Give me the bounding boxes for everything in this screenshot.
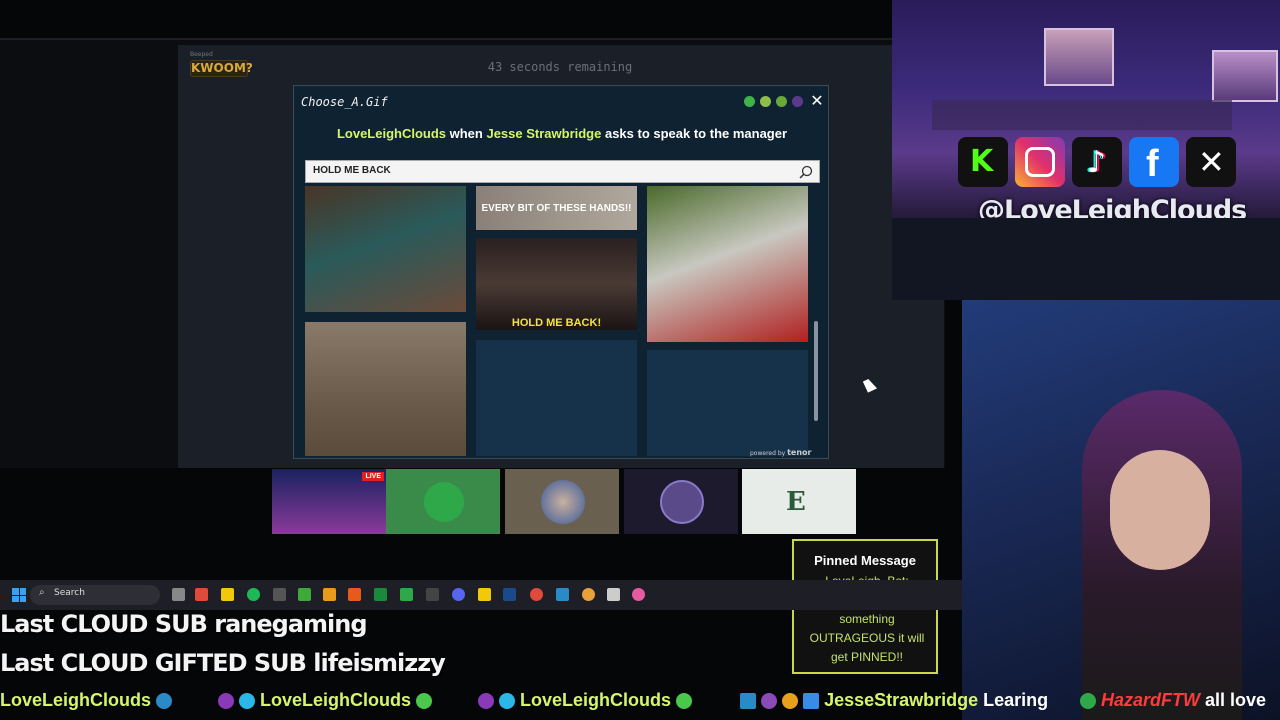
sticky-notes-icon[interactable] xyxy=(221,588,234,601)
gif-search-input[interactable]: HOLD ME BACK xyxy=(305,160,820,183)
x-icon: ✕ xyxy=(1186,137,1236,187)
badge-icon xyxy=(740,693,756,710)
gif-placeholder xyxy=(647,350,808,456)
emote-icon xyxy=(416,693,433,710)
stream-thumbnail[interactable]: LIVE xyxy=(272,469,386,534)
spotify-icon[interactable] xyxy=(247,588,260,601)
rooftop xyxy=(932,100,1232,130)
windows-start-icon[interactable] xyxy=(12,588,26,602)
scrollbar[interactable] xyxy=(814,321,818,421)
mic-icon xyxy=(218,693,234,710)
gem-icon xyxy=(239,693,256,710)
game-logo: KWOOM? xyxy=(190,60,253,77)
search-value: HOLD ME BACK xyxy=(313,165,391,176)
app-icon[interactable] xyxy=(400,588,413,601)
letter-logo-icon: E xyxy=(786,487,806,517)
mic-icon xyxy=(478,693,494,710)
gif-result[interactable] xyxy=(305,186,466,312)
last-sub-label: Last CLOUD SUB ranegaming xyxy=(0,610,368,638)
chrome-icon[interactable] xyxy=(530,588,543,601)
discord-icon[interactable] xyxy=(452,588,465,601)
check-icon xyxy=(1080,693,1096,710)
gif-result[interactable] xyxy=(305,322,466,456)
taskbar-search[interactable]: ⌕ Search xyxy=(30,585,160,605)
avatar xyxy=(541,480,585,524)
search-icon[interactable] xyxy=(799,165,813,179)
status-dot-icon xyxy=(776,96,787,107)
app-icon[interactable] xyxy=(323,588,336,601)
steam-icon[interactable] xyxy=(503,588,516,601)
xbox-icon[interactable] xyxy=(273,588,286,601)
choose-gif-dialog: Choose_A.Gif ✕ LoveLeighClouds when Jess… xyxy=(293,85,829,459)
prompt-mid2: asks to speak to the manager xyxy=(601,126,788,141)
app-icon[interactable] xyxy=(348,588,361,601)
kick-icon: K xyxy=(958,137,1008,187)
badge-icon xyxy=(761,693,778,710)
prompt-other-user: Jesse Strawbridge xyxy=(486,126,602,141)
task-view-icon[interactable] xyxy=(172,588,185,601)
copilot-icon[interactable] xyxy=(195,588,208,601)
streamer-face xyxy=(1110,450,1210,570)
avatar-thumbnail[interactable] xyxy=(386,469,500,534)
media-icon[interactable] xyxy=(374,588,387,601)
dialog-title: Choose_A.Gif xyxy=(301,95,388,109)
badge-icon xyxy=(782,693,799,710)
minecraft-icon[interactable] xyxy=(298,588,311,601)
app-icon[interactable] xyxy=(556,588,569,601)
emote-icon xyxy=(156,693,173,710)
close-button[interactable]: ✕ xyxy=(809,92,825,110)
pinned-title: Pinned Message xyxy=(814,553,916,568)
brick-wall xyxy=(892,218,1280,300)
status-dot-icon xyxy=(792,96,803,107)
gif-results-grid: EVERY BIT OF THESE HANDS!! HOLD ME BACK! xyxy=(305,186,820,456)
prompt-user: LoveLeighClouds xyxy=(336,126,447,141)
countdown-timer: 43 seconds remaining xyxy=(487,60,633,74)
avatar-thumbnail[interactable] xyxy=(505,469,619,534)
gem-icon xyxy=(499,693,516,710)
ticker-item: LoveLeighClouds xyxy=(0,690,173,711)
gif-result[interactable]: EVERY BIT OF THESE HANDS!! xyxy=(476,186,637,230)
billboard xyxy=(1212,50,1278,102)
file-explorer-icon[interactable] xyxy=(478,588,491,601)
avatar-thumbnail[interactable]: E xyxy=(742,469,856,534)
avatar-thumbnail[interactable] xyxy=(624,469,738,534)
billboard xyxy=(1044,28,1114,86)
ticker-item: LoveLeighClouds xyxy=(478,690,693,711)
ticker-item: HazardFTW all love xyxy=(1080,690,1266,711)
tiktok-icon: ♪ xyxy=(1072,137,1122,187)
facebook-icon: f xyxy=(1129,137,1179,187)
avatar xyxy=(424,482,464,522)
chrome-icon[interactable] xyxy=(582,588,595,601)
powered-by-tenor: powered by tenor xyxy=(750,448,812,457)
status-dot-icon xyxy=(744,96,755,107)
last-gifted-sub-label: Last CLOUD GIFTED SUB lifeismizzy xyxy=(0,649,446,677)
ticker-item: JesseStrawbridge Learing xyxy=(740,690,1048,711)
logo-subtitle: Beeped xyxy=(190,51,213,58)
emote-icon xyxy=(676,693,693,710)
status-dot-icon xyxy=(760,96,771,107)
search-placeholder: Search xyxy=(54,588,85,598)
windows-taskbar: ⌕ Search xyxy=(0,580,962,610)
ticker-item: LoveLeighClouds xyxy=(218,690,433,711)
webcam-feed xyxy=(962,300,1280,720)
badge-icon xyxy=(803,693,820,710)
live-badge: LIVE xyxy=(362,472,384,481)
search-icon: ⌕ xyxy=(39,587,45,598)
prompt-mid1: when xyxy=(446,126,487,141)
gif-placeholder xyxy=(476,340,637,456)
chat-ticker: LoveLeighClouds LoveLeighClouds LoveLeig… xyxy=(0,688,1280,720)
app-icon[interactable] xyxy=(607,588,620,601)
gif-result[interactable] xyxy=(647,186,808,342)
gif-result[interactable]: HOLD ME BACK! xyxy=(476,238,637,330)
prompt-text: LoveLeighClouds when Jesse Strawbridge a… xyxy=(294,126,830,141)
chrome-icon[interactable] xyxy=(632,588,645,601)
instagram-icon xyxy=(1015,137,1065,187)
avatar xyxy=(660,480,704,524)
epic-games-icon[interactable] xyxy=(426,588,439,601)
